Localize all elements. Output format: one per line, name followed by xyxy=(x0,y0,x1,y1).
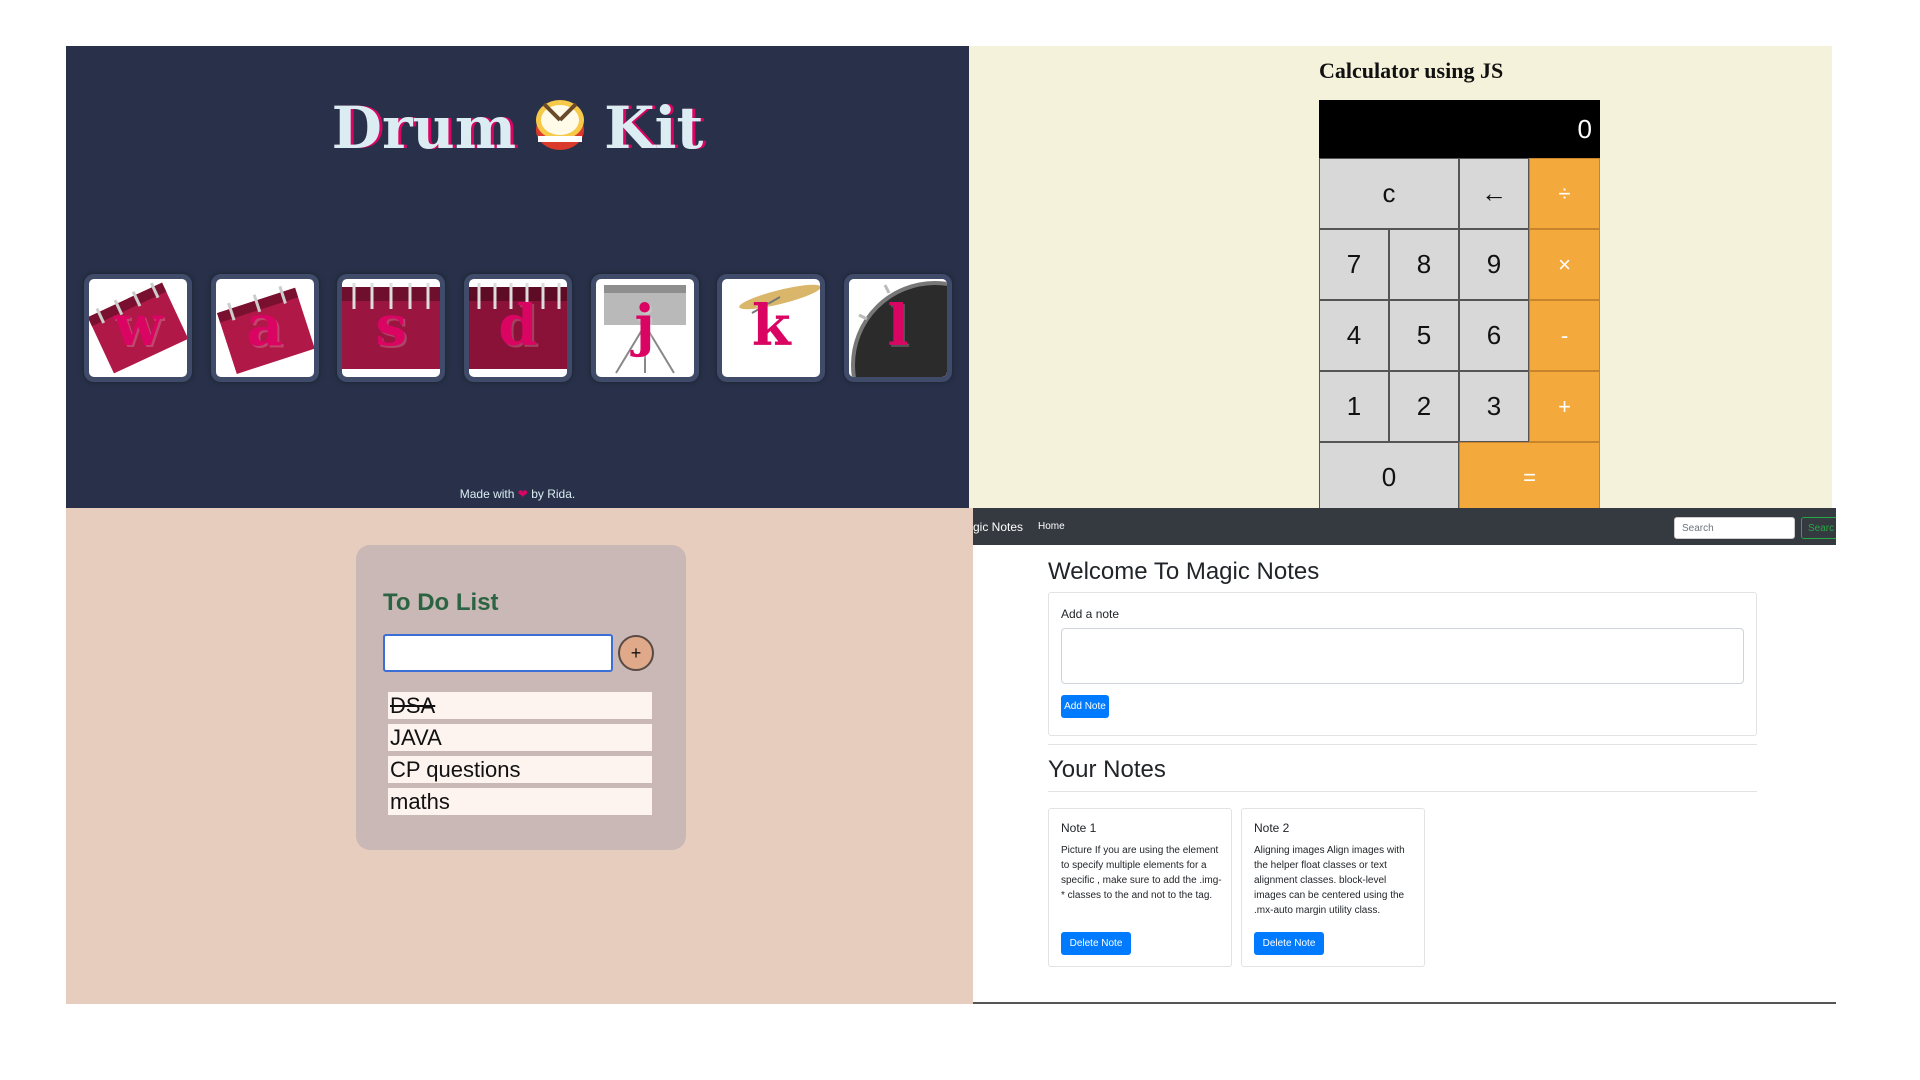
digit-3-button[interactable]: 3 xyxy=(1459,371,1529,442)
calculator-keypad: c ← ÷ 7 8 9 × 4 5 6 - 1 2 3 + 0 = xyxy=(1319,158,1600,508)
drum-pad-w[interactable]: w xyxy=(84,274,192,382)
add-note-card: Add a note Add Note xyxy=(1048,592,1757,736)
drum-title-right: Kit xyxy=(604,94,704,162)
heart-icon: ❤ xyxy=(517,487,528,501)
todo-item[interactable]: maths xyxy=(388,788,652,815)
todo-input[interactable] xyxy=(383,634,613,672)
note-title: Note 1 xyxy=(1061,821,1097,835)
delete-note-button[interactable]: Delete Note xyxy=(1254,932,1324,955)
digit-8-button[interactable]: 8 xyxy=(1389,229,1459,300)
drum-kit-panel: Drum Kit w a s d j k l Made with ❤ by Ri… xyxy=(66,46,969,508)
drum-pad-k[interactable]: k xyxy=(717,274,826,382)
digit-6-button[interactable]: 6 xyxy=(1459,300,1529,371)
subtract-button[interactable]: - xyxy=(1529,300,1600,371)
todo-item[interactable]: DSA xyxy=(388,692,652,719)
drum-pad-j[interactable]: j xyxy=(590,274,699,382)
drum-key-label: j xyxy=(634,293,655,359)
drum-pads: w a s d j k l xyxy=(84,274,952,382)
add-note-label: Add a note xyxy=(1061,607,1120,621)
multiply-button[interactable]: × xyxy=(1529,229,1600,300)
todo-title: To Do List xyxy=(383,589,499,616)
note-title: Note 2 xyxy=(1254,821,1290,835)
note-card: Note 2 Aligning images Align images with… xyxy=(1241,808,1425,967)
nav-link-home[interactable]: Home xyxy=(1038,521,1065,532)
drum-pad-d[interactable]: d xyxy=(463,274,572,382)
digit-1-button[interactable]: 1 xyxy=(1319,371,1389,442)
drum-key-label: w xyxy=(113,293,163,359)
divider xyxy=(1048,791,1757,792)
footer-text-before: Made with xyxy=(459,487,515,501)
todo-item[interactable]: CP questions xyxy=(388,756,652,783)
clear-button[interactable]: c xyxy=(1319,158,1459,229)
drum-key-label: k xyxy=(751,293,791,359)
todo-card: To Do List + DSA JAVA CP questions maths xyxy=(356,545,686,850)
todo-item[interactable]: JAVA xyxy=(388,724,652,751)
drum-kit-title: Drum Kit xyxy=(66,94,969,162)
navbar: gic Notes Home Search Searc xyxy=(973,508,1836,545)
backspace-button[interactable]: ← xyxy=(1459,158,1529,229)
magic-notes-panel: gic Notes Home Search Searc Welcome To M… xyxy=(973,508,1836,1004)
drum-footer: Made with ❤ by Rida. xyxy=(66,487,969,501)
add-button[interactable]: + xyxy=(1529,371,1600,442)
drum-pad-s[interactable]: s xyxy=(337,274,446,382)
calculator-panel: Calculator using JS 0 c ← ÷ 7 8 9 × 4 5 … xyxy=(969,46,1832,508)
drum-title-left: Drum xyxy=(331,94,517,162)
calculator-title: Calculator using JS xyxy=(1319,58,1504,83)
your-notes-heading: Your Notes xyxy=(1048,756,1166,783)
add-todo-button[interactable]: + xyxy=(618,635,654,671)
navbar-brand[interactable]: gic Notes xyxy=(973,520,1023,534)
drum-key-label: d xyxy=(498,293,538,359)
page-title: Welcome To Magic Notes xyxy=(1048,558,1320,585)
digit-0-button[interactable]: 0 xyxy=(1319,442,1459,508)
divide-button[interactable]: ÷ xyxy=(1529,158,1600,229)
todo-panel: To Do List + DSA JAVA CP questions maths xyxy=(66,508,973,1004)
digit-5-button[interactable]: 5 xyxy=(1389,300,1459,371)
drum-key-label: l xyxy=(887,293,909,359)
todo-list: DSA JAVA CP questions maths xyxy=(388,692,652,820)
drum-pad-l[interactable]: l xyxy=(843,274,952,382)
digit-9-button[interactable]: 9 xyxy=(1459,229,1529,300)
search-input[interactable]: Search xyxy=(1674,517,1795,539)
drum-pad-a[interactable]: a xyxy=(210,274,319,382)
equals-button[interactable]: = xyxy=(1459,442,1600,508)
delete-note-button[interactable]: Delete Note xyxy=(1061,932,1131,955)
drum-key-label: a xyxy=(246,293,283,359)
note-text: Picture If you are using the element to … xyxy=(1061,845,1222,901)
drum-key-label: s xyxy=(375,293,408,359)
note-textarea[interactable] xyxy=(1061,628,1744,684)
digit-2-button[interactable]: 2 xyxy=(1389,371,1459,442)
drum-icon xyxy=(536,100,585,150)
digit-4-button[interactable]: 4 xyxy=(1319,300,1389,371)
calculator-display: 0 xyxy=(1319,100,1600,158)
note-card: Note 1 Picture If you are using the elem… xyxy=(1048,808,1232,967)
digit-7-button[interactable]: 7 xyxy=(1319,229,1389,300)
search-button[interactable]: Searc xyxy=(1801,517,1836,539)
footer-text-after: by Rida. xyxy=(531,487,576,501)
divider xyxy=(1048,744,1757,745)
note-text: Aligning images Align images with the he… xyxy=(1254,845,1405,916)
add-note-button[interactable]: Add Note xyxy=(1061,695,1109,718)
